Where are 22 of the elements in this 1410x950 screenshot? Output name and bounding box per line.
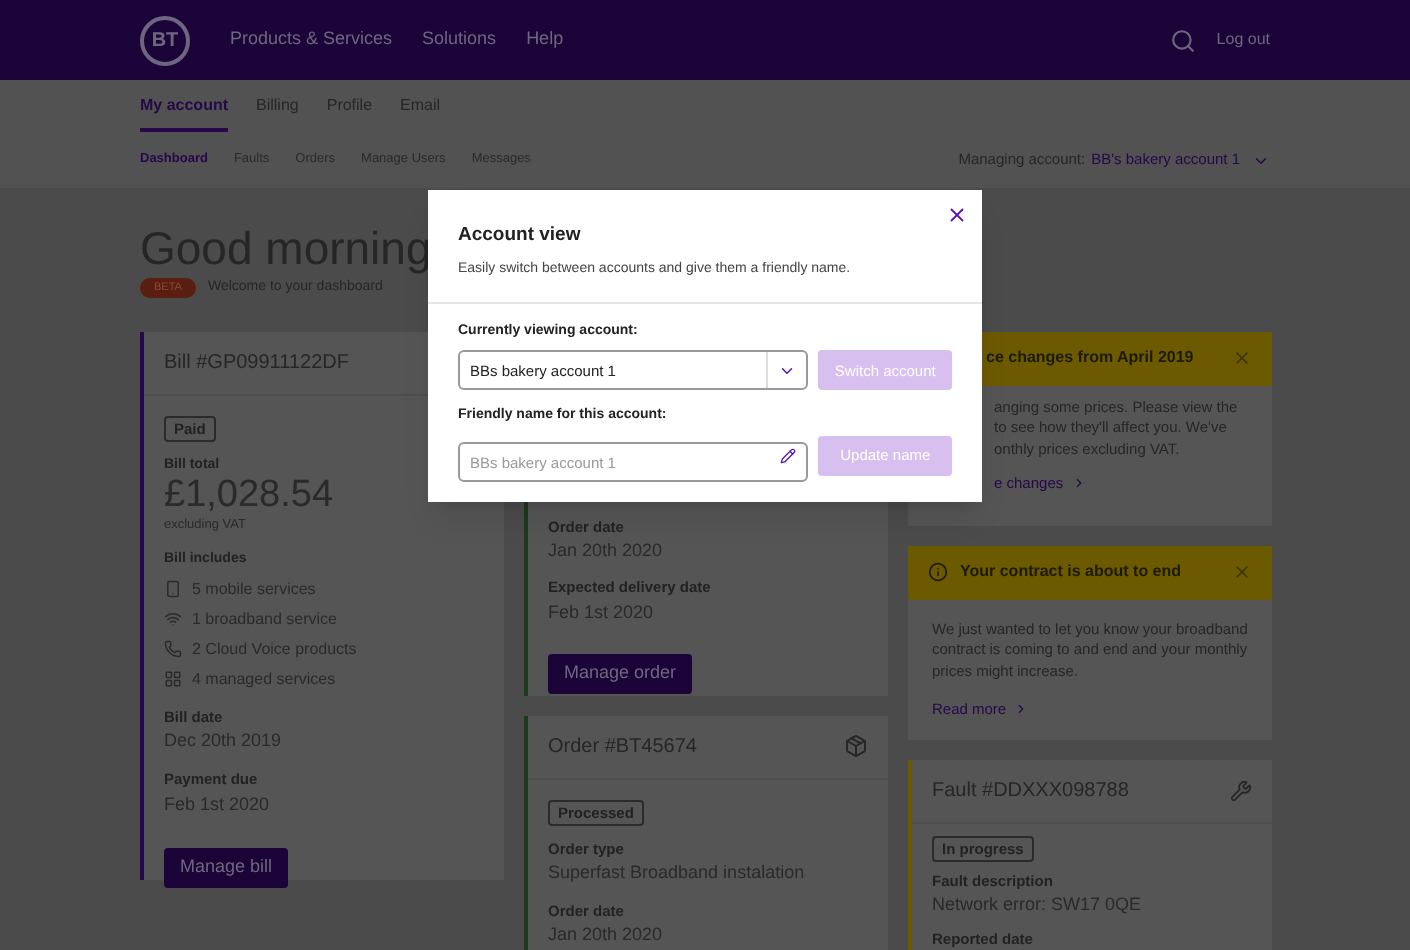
chevron-icon [1071, 476, 1086, 491]
notice-title: Your contract is about to end [960, 560, 1182, 584]
nav-link[interactable]: Solutions [422, 26, 497, 54]
chevron-icon [1014, 702, 1029, 717]
close-button[interactable] [946, 204, 968, 226]
pencil-icon [780, 447, 797, 464]
modal-title: Account view [458, 222, 583, 250]
wrench-icon [1230, 779, 1252, 801]
info-icon [928, 562, 948, 582]
manage-button[interactable]: Manage bill [164, 847, 289, 888]
logo[interactable]: BT [140, 15, 190, 65]
nav-tab[interactable]: My account [140, 94, 229, 132]
package-icon [844, 734, 868, 758]
close-icon[interactable] [1232, 562, 1252, 582]
search-icon[interactable] [1170, 27, 1197, 53]
logout-link[interactable]: Log out [1216, 28, 1270, 52]
mobile-icon [164, 580, 182, 598]
manage-button[interactable]: Manage order [548, 653, 693, 694]
nav-link[interactable]: Help [526, 26, 564, 54]
notice-title: ce changes from April 2019 [986, 346, 1194, 370]
nav-link[interactable]: Products & Services [230, 26, 393, 54]
close-icon[interactable] [1232, 348, 1252, 368]
